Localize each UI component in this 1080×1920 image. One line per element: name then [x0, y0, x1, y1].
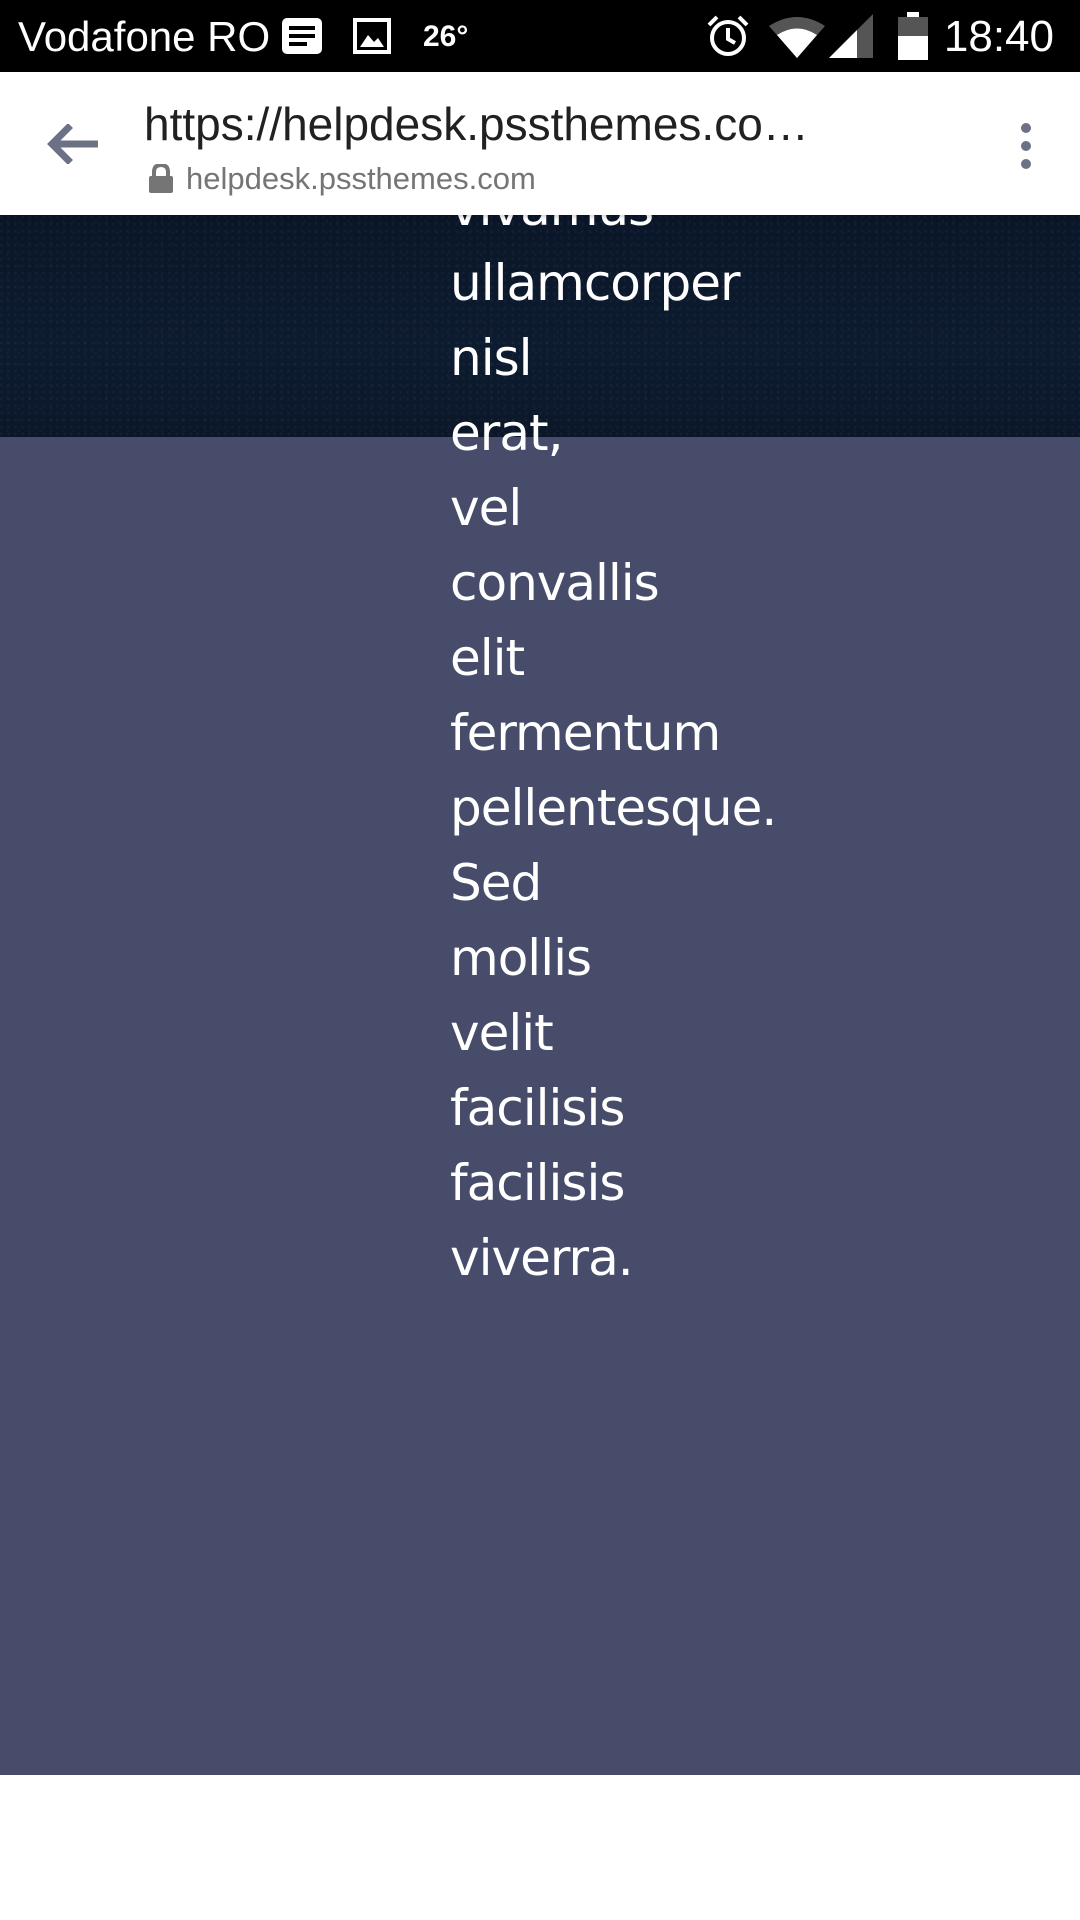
origin-row[interactable]: helpdesk.pssthemes.com: [148, 158, 536, 200]
battery-icon: [898, 12, 928, 60]
text-word: vivamus: [450, 215, 790, 246]
origin-url: helpdesk.pssthemes.com: [186, 161, 536, 196]
gallery-icon: [353, 18, 391, 54]
text-word: viverra.: [450, 1229, 634, 1287]
text-word: facilisis: [450, 1154, 625, 1212]
lock-icon: [149, 164, 173, 193]
text-word: mollis: [450, 929, 592, 987]
text-word: vel: [450, 479, 522, 537]
text-word: fermentum: [450, 704, 721, 762]
text-word: Sed: [450, 854, 542, 912]
wifi-icon: [769, 17, 825, 58]
article-text: vivamus ullamcorper nisl erat, vel conva…: [450, 215, 790, 1296]
carrier-name: Vodafone RO: [18, 13, 271, 60]
notification-card-icon: [282, 18, 322, 54]
overflow-menu-button[interactable]: [998, 114, 1054, 178]
text-word: pellentesque.: [450, 779, 777, 837]
back-arrow-icon: [47, 124, 98, 164]
temperature: 26°: [423, 20, 469, 53]
text-word: facilisis: [450, 1079, 625, 1137]
page-title[interactable]: https://helpdesk.pssthemes.co…: [144, 96, 844, 152]
signal-icon: [829, 14, 873, 58]
text-word: convallis: [450, 554, 660, 612]
browser-toolbar: https://helpdesk.pssthemes.co… helpdesk.…: [0, 72, 1080, 215]
text-word: ullamcorper: [450, 254, 741, 312]
text-word: elit: [450, 629, 525, 687]
more-vert-icon: [1021, 123, 1031, 169]
back-button[interactable]: [36, 112, 108, 176]
status-bar: Vodafone RO 26° 18:40: [0, 0, 1080, 72]
text-word: velit: [450, 1004, 554, 1062]
clock: 18:40: [943, 12, 1054, 61]
text-viewport: vivamus ullamcorper nisl erat, vel conva…: [0, 215, 1080, 1920]
text-word: erat,: [450, 404, 563, 462]
alarm-icon: [707, 15, 749, 56]
text-word: nisl: [450, 329, 533, 387]
